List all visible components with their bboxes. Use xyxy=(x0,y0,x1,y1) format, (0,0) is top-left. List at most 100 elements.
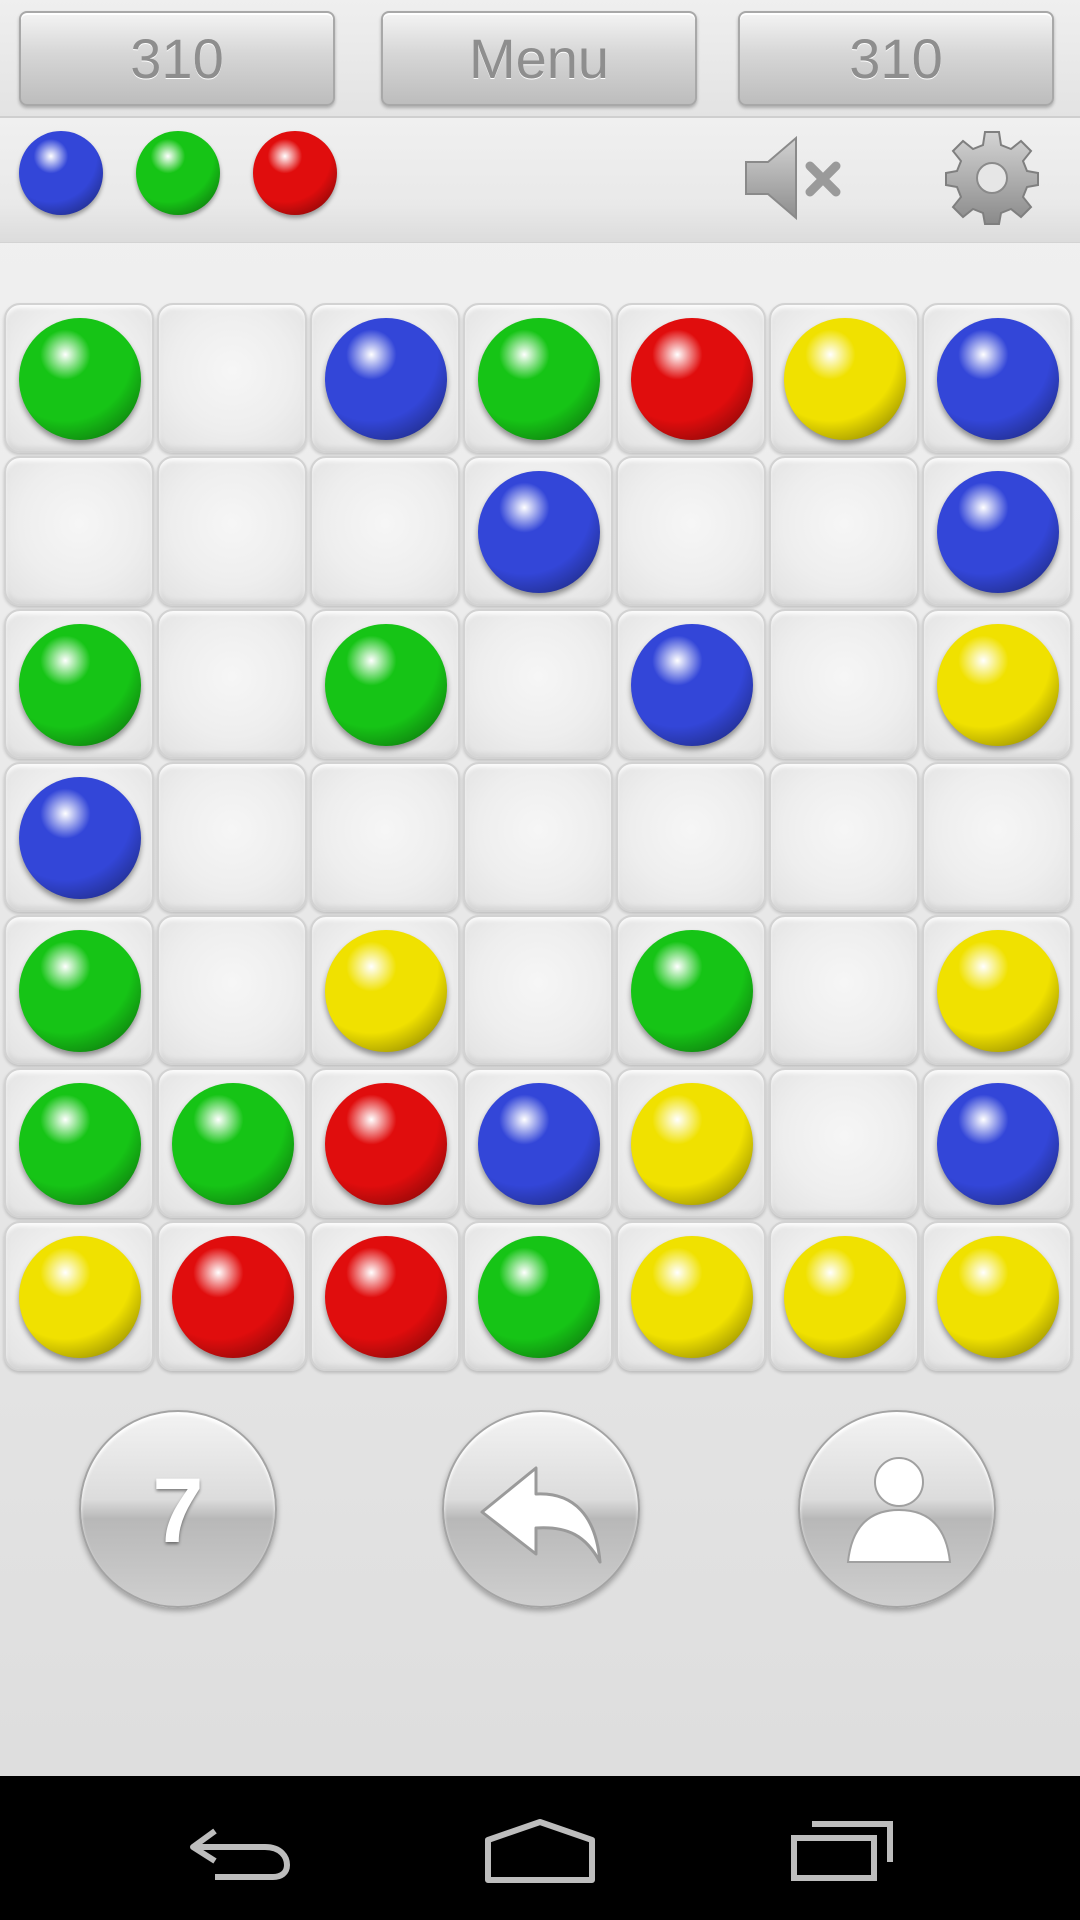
board-cell[interactable] xyxy=(616,762,766,912)
board-cell[interactable] xyxy=(463,609,613,759)
board-cell[interactable] xyxy=(922,609,1072,759)
board-cell[interactable] xyxy=(157,303,307,453)
board-cell[interactable] xyxy=(922,915,1072,1065)
board-cell[interactable] xyxy=(616,303,766,453)
board-cell[interactable] xyxy=(310,915,460,1065)
yellow-ball[interactable] xyxy=(937,930,1059,1052)
board-cell[interactable] xyxy=(922,762,1072,912)
board-cell[interactable] xyxy=(616,1221,766,1371)
board-cell[interactable] xyxy=(463,456,613,606)
board-cell[interactable] xyxy=(616,1068,766,1218)
board-cell[interactable] xyxy=(157,915,307,1065)
board-cell[interactable] xyxy=(157,1068,307,1218)
board-cell[interactable] xyxy=(769,1068,919,1218)
green-ball[interactable] xyxy=(19,318,141,440)
yellow-ball[interactable] xyxy=(325,930,447,1052)
green-ball[interactable] xyxy=(631,930,753,1052)
blue-ball[interactable] xyxy=(937,471,1059,593)
menu-button[interactable]: Menu xyxy=(381,11,697,106)
board-cell[interactable] xyxy=(4,609,154,759)
board-cell[interactable] xyxy=(310,456,460,606)
board-cell[interactable] xyxy=(4,762,154,912)
board-cell[interactable] xyxy=(463,303,613,453)
green-ball[interactable] xyxy=(325,624,447,746)
blue-ball[interactable] xyxy=(631,624,753,746)
blue-ball[interactable] xyxy=(478,471,600,593)
nav-recents-button[interactable] xyxy=(790,1820,896,1882)
nav-back-button[interactable] xyxy=(185,1821,295,1881)
board-cell[interactable] xyxy=(4,1068,154,1218)
blue-ball[interactable] xyxy=(937,318,1059,440)
board-cell[interactable] xyxy=(157,762,307,912)
board-cell[interactable] xyxy=(4,303,154,453)
blue-ball[interactable] xyxy=(19,777,141,899)
yellow-ball[interactable] xyxy=(631,1083,753,1205)
board-cell[interactable] xyxy=(310,609,460,759)
yellow-ball[interactable] xyxy=(19,1236,141,1358)
board-cell[interactable] xyxy=(310,762,460,912)
red-ball[interactable] xyxy=(172,1236,294,1358)
best-score-button[interactable]: 310 xyxy=(738,11,1054,106)
green-ball[interactable] xyxy=(19,624,141,746)
board-cell[interactable] xyxy=(4,456,154,606)
top-bar: 310 Menu 310 xyxy=(0,0,1080,118)
next-balls-bar xyxy=(0,118,1080,243)
next-ball-blue xyxy=(19,131,103,215)
board-cell[interactable] xyxy=(157,609,307,759)
board-cell[interactable] xyxy=(769,609,919,759)
undo-button[interactable] xyxy=(442,1410,640,1608)
green-ball[interactable] xyxy=(478,318,600,440)
score-button[interactable]: 310 xyxy=(19,11,335,106)
next-count-label: 7 xyxy=(152,1460,204,1562)
board-cell[interactable] xyxy=(310,1068,460,1218)
board-cell[interactable] xyxy=(922,1068,1072,1218)
board-cell[interactable] xyxy=(922,456,1072,606)
board-cell[interactable] xyxy=(310,303,460,453)
green-ball[interactable] xyxy=(19,930,141,1052)
board-cell[interactable] xyxy=(616,609,766,759)
yellow-ball[interactable] xyxy=(784,318,906,440)
speaker-muted-icon xyxy=(745,135,841,221)
home-icon xyxy=(485,1819,595,1883)
board-cell[interactable] xyxy=(310,1221,460,1371)
blue-ball[interactable] xyxy=(937,1083,1059,1205)
red-ball[interactable] xyxy=(631,318,753,440)
board-cell[interactable] xyxy=(616,456,766,606)
next-count-button[interactable]: 7 xyxy=(79,1410,277,1608)
profile-button[interactable] xyxy=(798,1410,996,1608)
system-navigation-bar xyxy=(0,1776,1080,1920)
board-cell[interactable] xyxy=(4,915,154,1065)
board-cell[interactable] xyxy=(769,456,919,606)
blue-ball[interactable] xyxy=(325,318,447,440)
green-ball[interactable] xyxy=(478,1236,600,1358)
board-cell[interactable] xyxy=(769,303,919,453)
yellow-ball[interactable] xyxy=(784,1236,906,1358)
board-cell[interactable] xyxy=(769,915,919,1065)
green-ball[interactable] xyxy=(19,1083,141,1205)
nav-home-button[interactable] xyxy=(484,1818,596,1884)
board-cell[interactable] xyxy=(4,1221,154,1371)
yellow-ball[interactable] xyxy=(631,1236,753,1358)
board-cell[interactable] xyxy=(463,1068,613,1218)
game-board xyxy=(4,303,1076,1373)
red-ball[interactable] xyxy=(325,1236,447,1358)
board-cell[interactable] xyxy=(769,762,919,912)
board-cell[interactable] xyxy=(463,1221,613,1371)
board-cell[interactable] xyxy=(463,762,613,912)
board-cell[interactable] xyxy=(463,915,613,1065)
board-cell[interactable] xyxy=(157,1221,307,1371)
board-cell[interactable] xyxy=(922,303,1072,453)
board-cell[interactable] xyxy=(922,1221,1072,1371)
red-ball[interactable] xyxy=(325,1083,447,1205)
settings-button[interactable] xyxy=(942,128,1042,228)
board-cell[interactable] xyxy=(616,915,766,1065)
green-ball[interactable] xyxy=(172,1083,294,1205)
next-ball-red xyxy=(253,131,337,215)
board-cell[interactable] xyxy=(157,456,307,606)
yellow-ball[interactable] xyxy=(937,1236,1059,1358)
blue-ball[interactable] xyxy=(478,1083,600,1205)
sound-toggle-button[interactable] xyxy=(740,130,848,226)
yellow-ball[interactable] xyxy=(937,624,1059,746)
board-cell[interactable] xyxy=(769,1221,919,1371)
undo-arrow-icon xyxy=(480,1466,602,1564)
